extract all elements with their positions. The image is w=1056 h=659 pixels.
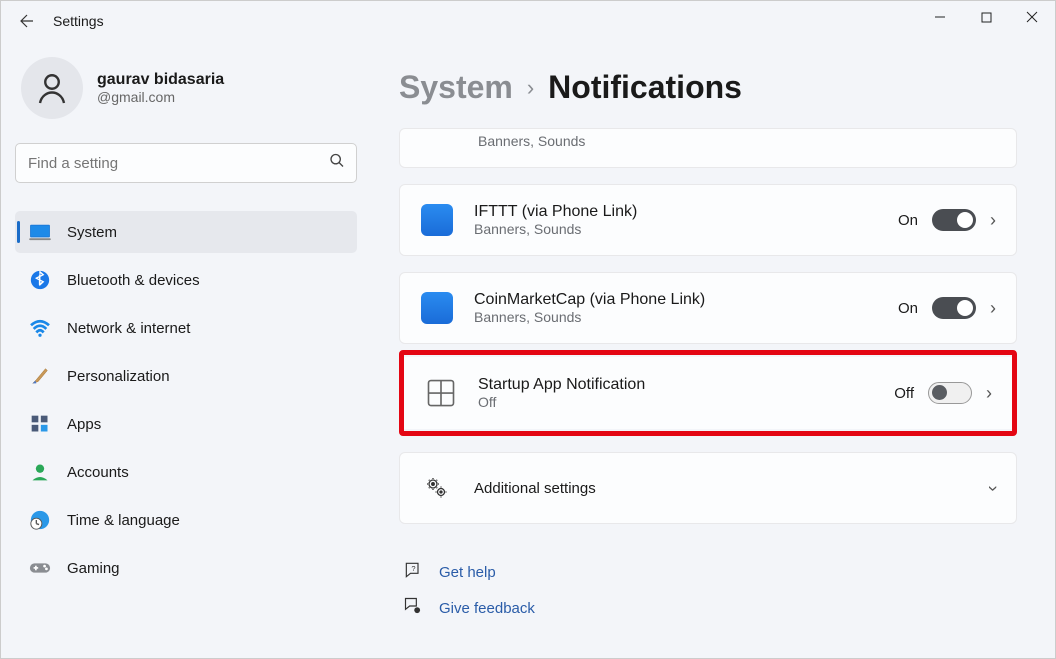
account-icon bbox=[29, 461, 51, 483]
apps-icon bbox=[29, 413, 51, 435]
sidebar-item-label: Apps bbox=[67, 416, 101, 433]
toggle-state-label: Off bbox=[894, 385, 914, 402]
sidebar-item-network[interactable]: Network & internet bbox=[15, 307, 357, 349]
person-icon bbox=[34, 70, 70, 106]
titlebar: Settings bbox=[1, 1, 1055, 41]
globe-clock-icon bbox=[29, 509, 51, 531]
card-title: Startup App Notification bbox=[478, 376, 894, 394]
close-icon bbox=[1026, 11, 1038, 23]
window-title: Settings bbox=[53, 13, 104, 29]
back-arrow-icon bbox=[18, 12, 36, 30]
chevron-right-icon: › bbox=[527, 75, 534, 101]
help-icon: ? bbox=[403, 560, 423, 584]
footer-link-label: Give feedback bbox=[439, 600, 535, 617]
maximize-button[interactable] bbox=[963, 1, 1009, 33]
footer-link-label: Get help bbox=[439, 564, 496, 581]
nav-list: System Bluetooth & devices Network & int… bbox=[15, 211, 357, 595]
wifi-icon bbox=[29, 317, 51, 339]
sidebar-item-label: System bbox=[67, 224, 117, 241]
toggle-state-label: On bbox=[898, 212, 918, 229]
breadcrumb: System › Notifications bbox=[399, 69, 1017, 106]
sidebar-item-system[interactable]: System bbox=[15, 211, 357, 253]
sidebar-item-label: Network & internet bbox=[67, 320, 190, 337]
app-notification-row-coinmarketcap[interactable]: CoinMarketCap (via Phone Link) Banners, … bbox=[399, 272, 1017, 344]
search-box bbox=[15, 143, 357, 183]
sidebar-item-apps[interactable]: Apps bbox=[15, 403, 357, 445]
sidebar-item-label: Time & language bbox=[67, 512, 180, 529]
search-input[interactable] bbox=[15, 143, 357, 183]
card-subtitle: Off bbox=[478, 394, 894, 410]
app-icon bbox=[420, 203, 454, 237]
avatar bbox=[21, 57, 83, 119]
profile-email: @gmail.com bbox=[97, 89, 224, 105]
toggle-state-label: On bbox=[898, 300, 918, 317]
give-feedback-link[interactable]: Give feedback bbox=[403, 590, 1017, 626]
gears-icon bbox=[420, 471, 454, 505]
sidebar: gaurav bidasaria @gmail.com System Blu bbox=[1, 41, 371, 658]
card-title: CoinMarketCap (via Phone Link) bbox=[474, 291, 898, 309]
app-notification-row-startup[interactable]: Startup App Notification Off Off › bbox=[404, 357, 1012, 429]
toggle-switch[interactable] bbox=[932, 209, 976, 231]
card-title: Additional settings bbox=[474, 480, 990, 497]
sidebar-item-accounts[interactable]: Accounts bbox=[15, 451, 357, 493]
sidebar-item-label: Bluetooth & devices bbox=[67, 272, 200, 289]
profile-name: gaurav bidasaria bbox=[97, 71, 224, 89]
paintbrush-icon bbox=[29, 365, 51, 387]
maximize-icon bbox=[981, 12, 992, 23]
breadcrumb-current: Notifications bbox=[548, 69, 742, 106]
card-title: IFTTT (via Phone Link) bbox=[474, 203, 898, 221]
sidebar-item-gaming[interactable]: Gaming bbox=[15, 547, 357, 589]
startup-icon bbox=[424, 376, 458, 410]
sidebar-item-label: Gaming bbox=[67, 560, 120, 577]
sidebar-item-label: Accounts bbox=[67, 464, 129, 481]
app-icon bbox=[420, 291, 454, 325]
breadcrumb-parent[interactable]: System bbox=[399, 69, 513, 106]
chevron-right-icon: › bbox=[990, 210, 996, 231]
footer-links: ? Get help Give feedback bbox=[399, 554, 1017, 626]
main-content: System › Notifications Banners, Sounds I… bbox=[371, 41, 1055, 658]
card-subtitle: Banners, Sounds bbox=[474, 309, 898, 325]
additional-settings-row[interactable]: Additional settings › bbox=[399, 452, 1017, 524]
app-notification-row-partial[interactable]: Banners, Sounds bbox=[399, 128, 1017, 168]
bluetooth-icon bbox=[29, 269, 51, 291]
card-subtitle: Banners, Sounds bbox=[474, 221, 898, 237]
minimize-icon bbox=[934, 11, 946, 23]
window-controls bbox=[917, 1, 1055, 37]
search-icon bbox=[329, 153, 345, 174]
sidebar-item-label: Personalization bbox=[67, 368, 170, 385]
system-icon bbox=[29, 221, 51, 243]
minimize-button[interactable] bbox=[917, 1, 963, 33]
back-button[interactable] bbox=[9, 3, 45, 39]
chevron-right-icon: › bbox=[986, 383, 992, 404]
chevron-down-icon: › bbox=[983, 485, 1004, 491]
sidebar-item-bluetooth[interactable]: Bluetooth & devices bbox=[15, 259, 357, 301]
get-help-link[interactable]: ? Get help bbox=[403, 554, 1017, 590]
toggle-switch[interactable] bbox=[932, 297, 976, 319]
close-button[interactable] bbox=[1009, 1, 1055, 33]
chevron-right-icon: › bbox=[990, 298, 996, 319]
card-subtitle: Banners, Sounds bbox=[478, 133, 996, 149]
toggle-switch[interactable] bbox=[928, 382, 972, 404]
app-notification-row-ifttt[interactable]: IFTTT (via Phone Link) Banners, Sounds O… bbox=[399, 184, 1017, 256]
feedback-icon bbox=[403, 596, 423, 620]
sidebar-item-personalization[interactable]: Personalization bbox=[15, 355, 357, 397]
profile-block[interactable]: gaurav bidasaria @gmail.com bbox=[15, 57, 357, 119]
sidebar-item-time-language[interactable]: Time & language bbox=[15, 499, 357, 541]
highlighted-row: Startup App Notification Off Off › bbox=[399, 350, 1017, 436]
svg-text:?: ? bbox=[411, 564, 415, 573]
gamepad-icon bbox=[29, 557, 51, 579]
